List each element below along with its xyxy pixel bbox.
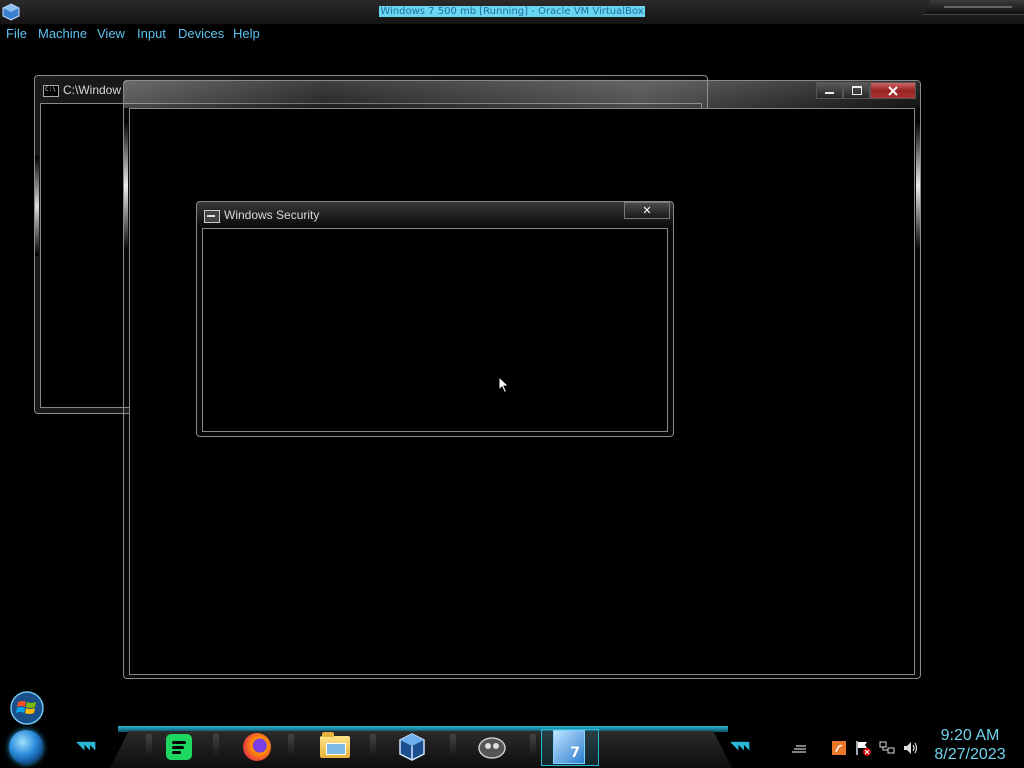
window-edge-glow bbox=[124, 121, 128, 251]
menu-help[interactable]: Help bbox=[233, 26, 260, 41]
clock-time[interactable]: 9:20 AM bbox=[920, 727, 1020, 745]
virtualbox-icon[interactable] bbox=[396, 731, 428, 763]
windows-logo-icon[interactable] bbox=[8, 691, 46, 725]
maximize-button[interactable] bbox=[843, 82, 870, 99]
blank-window-title-bar[interactable] bbox=[124, 81, 920, 108]
taskbar-separator bbox=[146, 734, 152, 760]
taskbar-separator bbox=[213, 734, 219, 760]
host-window-controls[interactable] bbox=[923, 0, 1024, 15]
taskbar-separator bbox=[450, 734, 456, 760]
network-icon[interactable] bbox=[878, 739, 896, 757]
taskbar-separator bbox=[370, 734, 376, 760]
security-dialog-title: Windows Security bbox=[224, 208, 320, 222]
host-window-title: Windows 7 500 mb [Running] - Oracle VM V… bbox=[379, 6, 645, 17]
cmd-window-title: C:\Window bbox=[63, 83, 122, 97]
taskbar-decoration: ◥◥◥ bbox=[76, 739, 95, 752]
action-center-flag-icon[interactable] bbox=[854, 739, 872, 757]
menu-devices[interactable]: Devices bbox=[178, 26, 224, 41]
media-player-icon[interactable] bbox=[476, 731, 508, 763]
window-caption-buttons bbox=[816, 82, 916, 100]
java-update-icon[interactable] bbox=[830, 739, 848, 757]
show-hidden-icon[interactable] bbox=[790, 739, 808, 757]
volume-icon[interactable] bbox=[902, 739, 920, 757]
menu-view[interactable]: View bbox=[97, 26, 125, 41]
window-edge-glow bbox=[916, 121, 920, 251]
cmd-icon bbox=[43, 85, 59, 97]
file-explorer-icon[interactable] bbox=[319, 731, 351, 763]
taskbar-separator bbox=[288, 734, 294, 760]
close-button[interactable] bbox=[870, 82, 916, 99]
close-icon: ✕ bbox=[642, 204, 652, 217]
taskbar-separator bbox=[530, 734, 536, 760]
security-dialog-icon bbox=[204, 210, 220, 223]
minimize-button[interactable] bbox=[816, 82, 843, 99]
windows7-manager-icon[interactable]: 7 bbox=[553, 730, 585, 764]
system-tray bbox=[790, 738, 920, 758]
window-edge-glow bbox=[35, 156, 39, 256]
taskbar: ◥◥◥ 7 ◥◥◥ 9:20 AM 8/27/2023 bbox=[0, 726, 1024, 768]
host-menu-bar: File Machine View Input Devices Help bbox=[0, 24, 1024, 44]
clock-date[interactable]: 8/27/2023 bbox=[920, 746, 1020, 764]
menu-machine[interactable]: Machine bbox=[38, 26, 87, 41]
start-button[interactable] bbox=[9, 730, 43, 764]
taskbar-decoration: ◥◥◥ bbox=[730, 739, 749, 752]
security-dialog-content[interactable] bbox=[202, 228, 668, 432]
menu-file[interactable]: File bbox=[6, 26, 27, 41]
close-icon bbox=[888, 85, 898, 96]
menu-input[interactable]: Input bbox=[137, 26, 166, 41]
mouse-cursor-icon bbox=[498, 376, 510, 394]
spotify-icon[interactable] bbox=[163, 731, 195, 763]
windows-security-dialog[interactable]: Windows Security ✕ bbox=[196, 201, 674, 437]
firefox-icon[interactable] bbox=[241, 731, 273, 763]
host-title-bar: Windows 7 500 mb [Running] - Oracle VM V… bbox=[0, 0, 1024, 24]
security-dialog-close-button[interactable]: ✕ bbox=[624, 202, 670, 219]
